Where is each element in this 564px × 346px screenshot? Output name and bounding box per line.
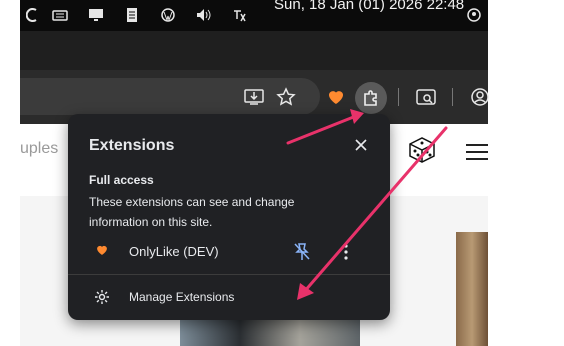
display-icon[interactable]	[88, 8, 104, 22]
clipboard-icon[interactable]	[124, 8, 140, 22]
menu-bar: Sun, 18 Jan (01) 2026 22:48	[20, 0, 488, 31]
translate-icon[interactable]	[232, 8, 248, 22]
toolbar-divider	[452, 88, 453, 106]
extensions-popup: Extensions Full access These extensions …	[68, 114, 390, 320]
photo	[456, 232, 488, 346]
user-icon[interactable]	[466, 8, 482, 22]
dice-icon[interactable]	[406, 134, 438, 166]
extension-name[interactable]: OnlyLike (DEV)	[129, 244, 219, 259]
extension-row[interactable]: OnlyLike (DEV)	[68, 238, 390, 266]
bookmark-star-icon[interactable]	[276, 87, 296, 107]
hamburger-menu-icon[interactable]	[466, 144, 488, 160]
popup-title: Extensions	[89, 137, 175, 154]
app-icon[interactable]	[26, 8, 42, 22]
profile-icon[interactable]	[470, 87, 490, 107]
onlylike-extension-icon[interactable]	[326, 87, 346, 107]
tab-search-icon[interactable]	[416, 88, 436, 106]
tab-strip	[20, 31, 488, 70]
toolbar-divider	[398, 88, 399, 106]
divider	[68, 274, 390, 275]
gear-icon	[95, 290, 109, 304]
extensions-puzzle-icon	[364, 90, 377, 106]
section-heading: Full access	[89, 173, 154, 187]
wordpress-icon[interactable]	[160, 8, 176, 22]
clock[interactable]: Sun, 18 Jan (01) 2026 22:48	[274, 0, 464, 13]
nav-text[interactable]: uples	[20, 140, 58, 158]
section-description: These extensions can see and change info…	[89, 195, 295, 229]
address-bar[interactable]	[20, 78, 320, 115]
pin-icon[interactable]	[294, 243, 310, 261]
more-options-icon[interactable]	[340, 242, 352, 262]
photo	[180, 320, 360, 346]
volume-icon[interactable]	[196, 8, 212, 22]
extensions-button[interactable]	[355, 82, 387, 114]
install-icon[interactable]	[244, 88, 264, 106]
heart-icon	[97, 245, 107, 255]
manage-extensions-button[interactable]: Manage Extensions	[68, 284, 390, 310]
manage-extensions-label: Manage Extensions	[129, 290, 235, 304]
keyboard-icon[interactable]	[52, 8, 68, 22]
close-icon[interactable]	[354, 138, 368, 152]
